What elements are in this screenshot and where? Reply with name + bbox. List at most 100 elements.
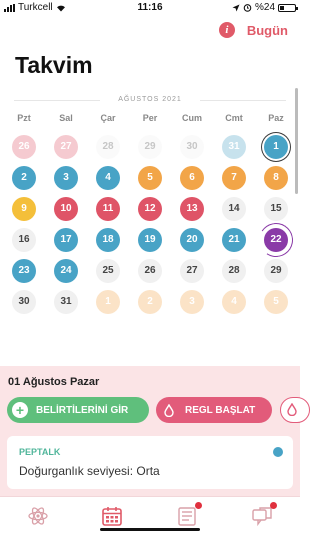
day-circle: 24 <box>54 258 78 283</box>
calendar-day[interactable]: 21 <box>213 224 255 255</box>
calendar-day[interactable]: 29 <box>255 255 297 286</box>
calendar-day[interactable]: 18 <box>87 224 129 255</box>
more-action-button[interactable] <box>280 397 310 423</box>
calendar-day[interactable]: 28 <box>87 131 129 162</box>
card-tag: PEPTALK <box>19 447 61 457</box>
day-circle: 20 <box>180 227 204 252</box>
day-circle: 26 <box>12 134 36 159</box>
tab-articles[interactable] <box>175 502 202 527</box>
day-circle: 4 <box>96 165 120 190</box>
tab-analysis[interactable] <box>26 505 50 527</box>
home-indicator <box>100 528 200 531</box>
calendar-day[interactable]: 30 <box>171 131 213 162</box>
day-circle: 11 <box>96 196 120 221</box>
calendar-day[interactable]: 27 <box>45 131 87 162</box>
day-circle: 3 <box>54 165 78 190</box>
day-circle: 29 <box>138 134 162 159</box>
scrollbar[interactable] <box>295 88 298 194</box>
calendar-day[interactable]: 7 <box>213 162 255 193</box>
enter-symptoms-button[interactable]: + BELİRTİLERİNİ GİR <box>7 397 149 423</box>
card-text: Doğurganlık seviyesi: Orta <box>19 464 160 478</box>
day-circle: 23 <box>12 258 36 283</box>
weekday-label: Paz <box>268 113 284 123</box>
calendar-day[interactable]: 29 <box>129 131 171 162</box>
today-day-circle: 22 <box>264 227 288 252</box>
day-circle: 9 <box>12 196 36 221</box>
calendar-day[interactable]: 8 <box>255 162 297 193</box>
calendar-day[interactable]: 16 <box>3 224 45 255</box>
selected-date-label: 01 Ağustos Pazar <box>8 376 100 388</box>
calendar-day[interactable]: 26 <box>3 131 45 162</box>
day-circle: 1 <box>96 289 120 314</box>
weekday-label: Sal <box>59 113 73 123</box>
day-circle: 17 <box>54 227 78 252</box>
calendar-day[interactable]: 14 <box>213 193 255 224</box>
day-circle: 5 <box>138 165 162 190</box>
weekday-label: Pzt <box>17 113 31 123</box>
header-actions: i Bugün <box>218 22 288 38</box>
calendar-day[interactable]: 20 <box>171 224 213 255</box>
calendar-day[interactable]: 25 <box>87 255 129 286</box>
battery-icon <box>278 3 298 12</box>
plus-icon: + <box>11 401 29 419</box>
today-button[interactable]: Bugün <box>247 23 288 38</box>
day-circle: 28 <box>222 258 246 283</box>
notification-badge <box>270 502 277 509</box>
calendar-day[interactable]: 24 <box>45 255 87 286</box>
day-circle: 12 <box>138 196 162 221</box>
calendar-day[interactable]: 26 <box>129 255 171 286</box>
calendar-icon <box>102 507 122 526</box>
calendar-day[interactable]: 19 <box>129 224 171 255</box>
day-circle: 27 <box>54 134 78 159</box>
weekday-label: Cmt <box>225 113 243 123</box>
calendar-day[interactable]: 4 <box>213 286 255 317</box>
page-title: Takvim <box>15 52 93 78</box>
calendar-day[interactable]: 31 <box>213 131 255 162</box>
calendar-day[interactable]: 30 <box>3 286 45 317</box>
calendar-grid: 26 27 28 29 30 31 1 2 3 4 5 6 7 8 9 10 11 12 13 14 15 16 17 18 1… <box>3 131 297 317</box>
day-circle: 15 <box>264 196 288 221</box>
calendar-day[interactable]: 2 <box>3 162 45 193</box>
day-circle: 8 <box>264 165 288 190</box>
calendar-day[interactable]: 3 <box>171 286 213 317</box>
calendar-day[interactable]: 15 <box>255 193 297 224</box>
calendar-day[interactable]: 1 <box>87 286 129 317</box>
chat-icon <box>252 507 272 527</box>
weekday-label: Per <box>142 113 158 123</box>
day-circle: 27 <box>180 258 204 283</box>
calendar-day[interactable]: 5 <box>255 286 297 317</box>
calendar-day[interactable]: 1 <box>255 131 297 162</box>
day-circle: 18 <box>96 227 120 252</box>
day-circle: 5 <box>264 289 288 314</box>
calendar-day[interactable]: 27 <box>171 255 213 286</box>
status-right: %24 <box>232 2 298 13</box>
calendar-day[interactable]: 23 <box>3 255 45 286</box>
peptalk-card[interactable]: PEPTALK Doğurganlık seviyesi: Orta <box>7 436 293 489</box>
day-circle: 29 <box>264 258 288 283</box>
calendar-day[interactable]: 12 <box>129 193 171 224</box>
calendar-day[interactable]: 22 <box>255 224 297 255</box>
calendar-day[interactable]: 31 <box>45 286 87 317</box>
status-dot <box>273 447 283 457</box>
calendar-day[interactable]: 2 <box>129 286 171 317</box>
calendar-day[interactable]: 13 <box>171 193 213 224</box>
status-bar: Turkcell 11:16 %24 <box>0 0 300 16</box>
day-circle: 16 <box>12 227 36 252</box>
divider <box>200 100 286 101</box>
calendar-day[interactable]: 5 <box>129 162 171 193</box>
calendar-day[interactable]: 3 <box>45 162 87 193</box>
start-period-button[interactable]: REGL BAŞLAT <box>156 397 272 423</box>
calendar-day[interactable]: 9 <box>3 193 45 224</box>
tab-calendar[interactable] <box>100 505 124 527</box>
calendar-day[interactable]: 28 <box>213 255 255 286</box>
day-circle: 26 <box>138 258 162 283</box>
calendar-day[interactable]: 6 <box>171 162 213 193</box>
calendar-day[interactable]: 11 <box>87 193 129 224</box>
day-circle: 6 <box>180 165 204 190</box>
day-circle: 14 <box>222 196 246 221</box>
calendar-day[interactable]: 10 <box>45 193 87 224</box>
calendar-day[interactable]: 17 <box>45 224 87 255</box>
info-icon[interactable]: i <box>218 22 235 38</box>
calendar-day[interactable]: 4 <box>87 162 129 193</box>
tab-messages[interactable] <box>250 502 277 527</box>
